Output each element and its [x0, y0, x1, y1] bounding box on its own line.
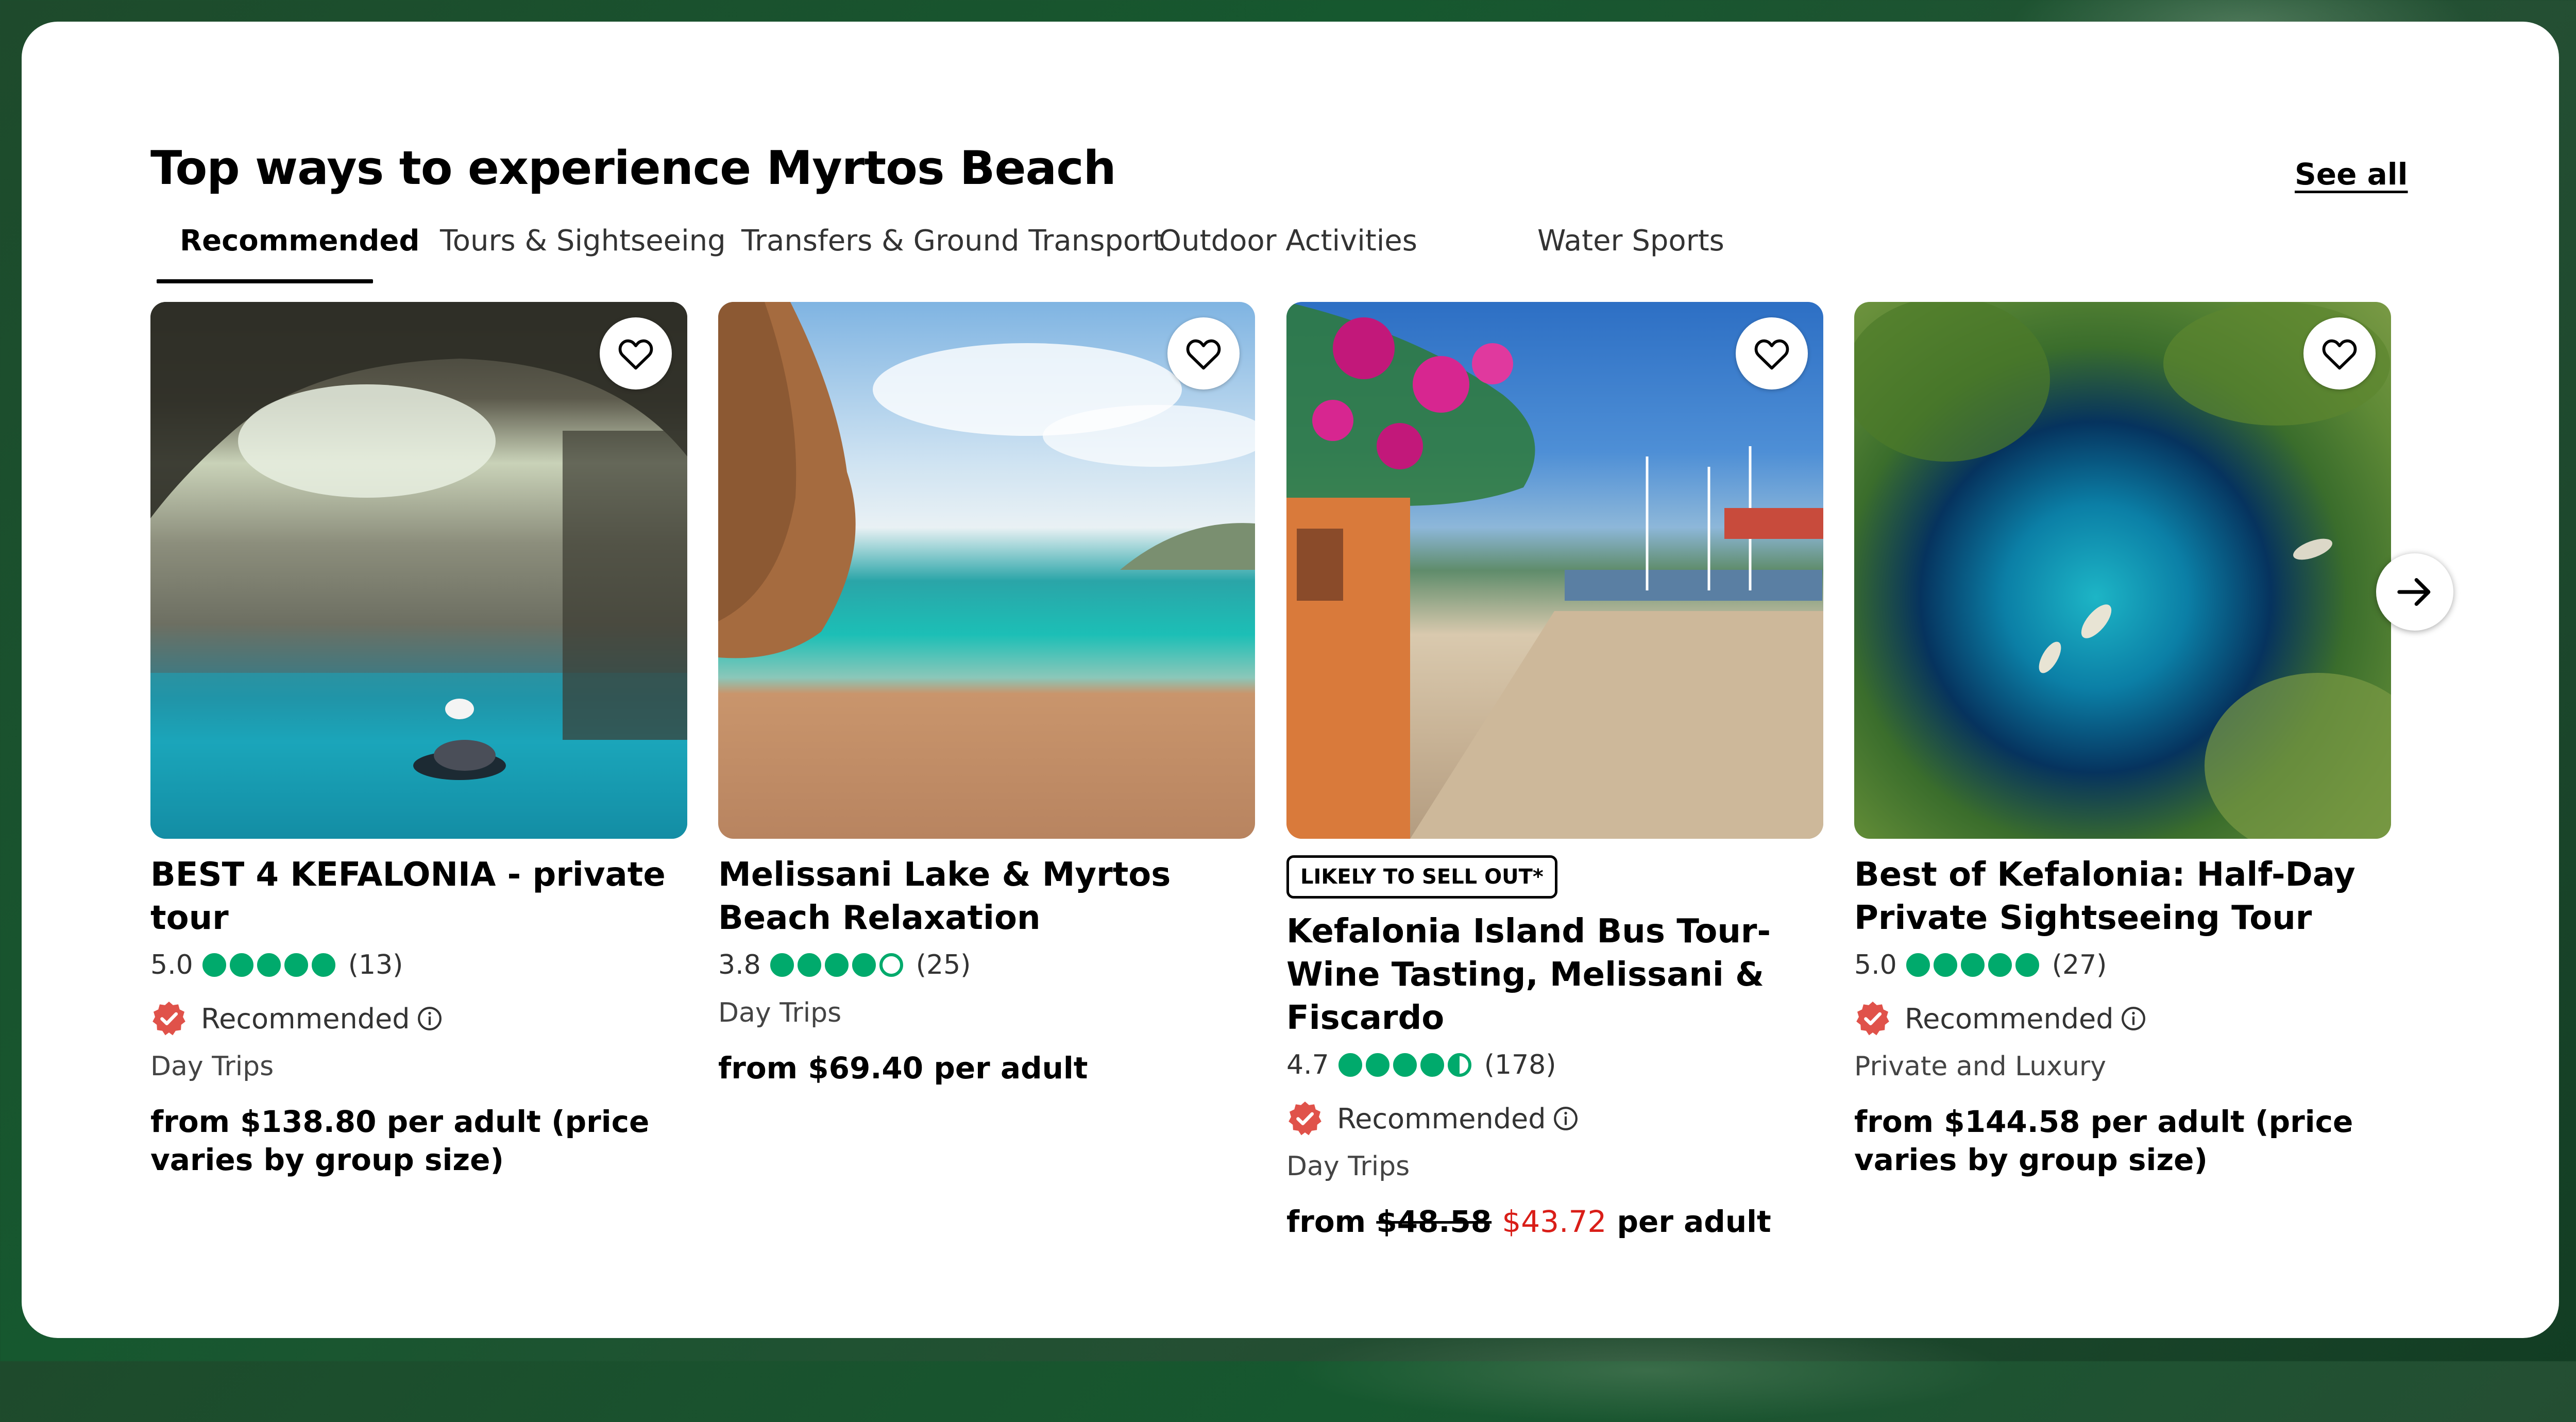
recommended-row: Recommended [150, 1001, 687, 1037]
heart-icon [1186, 339, 1221, 370]
rating-bubble-full [257, 953, 281, 977]
rating-bubble-full [1420, 1053, 1444, 1077]
rating-bubble-full [1365, 1053, 1389, 1077]
rating-bubble-full [1906, 953, 1930, 977]
price-prefix: from [1286, 1204, 1366, 1239]
tab-outdoor-activities[interactable]: Outdoor Activities [1159, 224, 1417, 258]
rating-value: 4.7 [1286, 1049, 1329, 1080]
product-card[interactable]: Melissani Lake & Myrtos Beach Relaxation… [718, 302, 1255, 1087]
save-button[interactable] [2303, 317, 2376, 390]
review-count[interactable]: (27) [2052, 950, 2107, 980]
card-price: from $48.58 $43.72 per adult [1286, 1203, 1823, 1241]
price-suffix: per adult [1617, 1204, 1771, 1239]
product-card[interactable]: LIKELY TO SELL OUT* Kefalonia Island Bus… [1286, 302, 1823, 1241]
lake-illustration [1854, 302, 2391, 839]
rating-bubble-full [770, 953, 794, 977]
rating-bubble-full [1933, 953, 1957, 977]
review-count[interactable]: (25) [916, 950, 971, 980]
recommended-label: Recommended [1337, 1102, 1546, 1135]
card-category: Day Trips [150, 1051, 274, 1082]
rating-value: 5.0 [150, 950, 193, 980]
rating-row: 5.0 (27) [1854, 947, 2391, 983]
info-icon[interactable] [417, 1006, 443, 1031]
rating-bubbles [202, 953, 339, 977]
likely-to-sell-out-badge: LIKELY TO SELL OUT* [1286, 855, 1557, 899]
save-button[interactable] [1736, 317, 1808, 390]
card-title[interactable]: Best of Kefalonia: Half-Day Private Sigh… [1854, 853, 2391, 940]
info-icon[interactable] [2121, 1006, 2146, 1031]
rating-bubbles [1906, 953, 2043, 977]
card-category: Day Trips [718, 997, 842, 1028]
rating-row: 5.0 (13) [150, 947, 687, 983]
rating-bubble-full [202, 953, 226, 977]
recommended-badge-icon [1856, 1002, 1889, 1036]
rating-bubble-full [284, 953, 308, 977]
product-card[interactable]: BEST 4 KEFALONIA - private tour 5.0 (13)… [150, 302, 687, 1179]
experiences-panel: Top ways to experience Myrtos Beach See … [22, 22, 2559, 1338]
card-image-beach[interactable] [718, 302, 1255, 839]
card-image-harbor[interactable] [1286, 302, 1823, 839]
heart-icon [1754, 339, 1789, 370]
price-original: $48.58 [1376, 1204, 1492, 1239]
rating-bubbles [1338, 1053, 1475, 1077]
section-title: Top ways to experience Myrtos Beach [150, 141, 1116, 195]
recommended-label: Recommended [201, 1002, 410, 1035]
card-price: from $144.58 per adult (price varies by … [1854, 1104, 2353, 1177]
tab-transfers-ground-transport[interactable]: Transfers & Ground Transport [741, 224, 1164, 258]
recommended-badge-icon [152, 1002, 185, 1036]
card-title[interactable]: Kefalonia Island Bus Tour- Wine Tasting,… [1286, 910, 1823, 1040]
tab-water-sports[interactable]: Water Sports [1537, 224, 1724, 258]
harbor-illustration [1286, 302, 1823, 839]
carousel-next-button[interactable] [2376, 553, 2453, 631]
rating-bubble-full [2015, 953, 2039, 977]
card-image-cave[interactable] [150, 302, 687, 839]
info-icon[interactable] [1553, 1106, 1579, 1131]
arrow-right-icon [2397, 578, 2431, 606]
rating-bubble-full [1988, 953, 2012, 977]
card-title[interactable]: Melissani Lake & Myrtos Beach Relaxation [718, 853, 1255, 940]
rating-bubble-full [311, 953, 335, 977]
card-image-lake[interactable] [1854, 302, 2391, 839]
recommended-badge-icon [1289, 1102, 1321, 1136]
rating-bubble-full [1338, 1053, 1362, 1077]
rating-bubble-empty [879, 953, 903, 977]
rating-bubble-full [1393, 1053, 1417, 1077]
card-price: from $69.40 per adult [718, 1051, 1088, 1086]
rating-value: 3.8 [718, 950, 761, 980]
rating-bubbles [770, 953, 907, 977]
save-button[interactable] [1167, 317, 1240, 390]
card-price: from $138.80 per adult (price varies by … [150, 1104, 650, 1177]
review-count[interactable]: (13) [348, 950, 403, 980]
rating-row: 4.7 (178) [1286, 1047, 1823, 1083]
cave-illustration [150, 302, 687, 839]
rating-bubble-full [229, 953, 253, 977]
rating-value: 5.0 [1854, 950, 1897, 980]
tab-recommended[interactable]: Recommended [180, 224, 419, 258]
recommended-row: Recommended [1854, 1001, 2391, 1037]
rating-row: 3.8 (25) [718, 947, 1255, 983]
rating-bubble-full [1960, 953, 1985, 977]
recommended-label: Recommended [1905, 1002, 2114, 1035]
heart-icon [618, 339, 653, 370]
recommended-row: Recommended [1286, 1101, 1823, 1137]
product-card[interactable]: Best of Kefalonia: Half-Day Private Sigh… [1854, 302, 2391, 1179]
review-count[interactable]: (178) [1484, 1049, 1556, 1080]
price-sale: $43.72 [1502, 1204, 1607, 1239]
rating-bubble-full [824, 953, 849, 977]
card-category: Day Trips [1286, 1151, 1410, 1182]
tab-tours-sightseeing[interactable]: Tours & Sightseeing [440, 224, 726, 258]
card-category: Private and Luxury [1854, 1051, 2107, 1082]
save-button[interactable] [600, 317, 672, 390]
heart-icon [2322, 339, 2357, 370]
rating-bubble-full [797, 953, 821, 977]
rating-bubble-full [852, 953, 876, 977]
beach-illustration [718, 302, 1255, 658]
see-all-link[interactable]: See all [2295, 157, 2408, 192]
rating-bubble-half [1447, 1053, 1471, 1077]
card-title[interactable]: BEST 4 KEFALONIA - private tour [150, 853, 687, 940]
active-tab-indicator [157, 279, 373, 283]
